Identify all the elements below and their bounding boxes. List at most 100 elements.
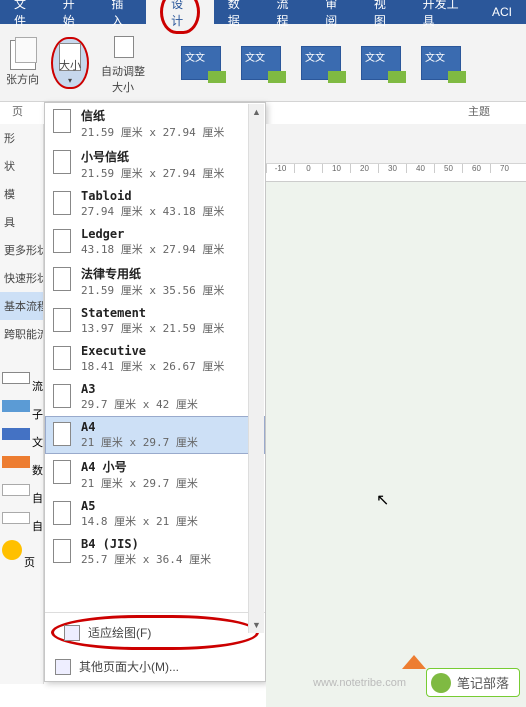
page-setup-icon [55, 659, 71, 675]
page-icon [53, 384, 71, 408]
theme-group-label: 主题 [468, 103, 490, 119]
size-button[interactable]: 大小 ▾ [45, 24, 95, 101]
page-icon [53, 539, 71, 563]
size-dim: 27.94 厘米 x 43.18 厘米 [81, 203, 224, 219]
tab-home[interactable]: 开始 [49, 0, 98, 24]
more-shapes[interactable]: 更多形状 [0, 236, 43, 264]
size-name: 法律专用纸 [81, 265, 224, 282]
orientation-label: 张方向 [6, 71, 39, 87]
size-dim: 29.7 厘米 x 42 厘米 [81, 396, 198, 412]
theme-option-5[interactable]: 文文 [421, 46, 461, 80]
tab-design[interactable]: 设计 [146, 0, 214, 24]
panel-row: 模 [0, 180, 43, 208]
theme-option-3[interactable]: 文文 [301, 46, 341, 80]
drawing-canvas[interactable]: -10010203040506070 [266, 124, 526, 707]
tab-data[interactable]: 数据 [214, 0, 263, 24]
scroll-down-icon[interactable]: ▼ [249, 617, 264, 633]
swatch-row[interactable]: 文 [0, 422, 43, 450]
page-icon [53, 229, 71, 253]
page-icon [53, 501, 71, 525]
swatch-row[interactable]: 子 [0, 394, 43, 422]
tab-process[interactable]: 流程 [262, 0, 311, 24]
swatch-row[interactable]: 自 [0, 506, 43, 534]
tab-review[interactable]: 审阅 [311, 0, 360, 24]
watermark-logo-icon [402, 655, 426, 675]
swatch-row[interactable]: 流 [0, 366, 43, 394]
orientation-button[interactable]: 张方向 [0, 24, 45, 101]
autofit-icon [110, 34, 136, 60]
tab-developer[interactable]: 开发工具 [409, 0, 478, 24]
size-dim: 21.59 厘米 x 27.94 厘米 [81, 124, 224, 140]
size-name: A4 小号 [81, 458, 198, 475]
size-option-b4-jis-[interactable]: B4 (JIS)25.7 厘米 x 36.4 厘米 [45, 533, 265, 571]
ribbon: 张方向 大小 ▾ 自动调整 大小 文文 文文 文文 文文 文文 [0, 24, 526, 102]
theme-option-4[interactable]: 文文 [361, 46, 401, 80]
page-icon [53, 346, 71, 370]
scrollbar[interactable]: ▲ ▼ [248, 104, 264, 633]
size-dim: 21 厘米 x 29.7 厘米 [81, 434, 198, 450]
tab-insert[interactable]: 插入 [97, 0, 146, 24]
size-dim: 13.97 厘米 x 21.59 厘米 [81, 320, 224, 336]
tab-file[interactable]: 文件 [0, 0, 49, 24]
page-icon [53, 150, 71, 174]
theme-option-1[interactable]: 文文 [181, 46, 221, 80]
size-option--[interactable]: 法律专用纸21.59 厘米 x 35.56 厘米 [45, 261, 265, 302]
menu-tabbar: 文件 开始 插入 设计 数据 流程 审阅 视图 开发工具 ACI [0, 0, 526, 24]
horizontal-ruler: -10010203040506070 [266, 164, 526, 182]
size-option-executive[interactable]: Executive18.41 厘米 x 26.67 厘米 [45, 340, 265, 378]
autofit-button[interactable]: 自动调整 大小 [95, 24, 151, 101]
theme-option-2[interactable]: 文文 [241, 46, 281, 80]
swatch-row[interactable]: 数 [0, 450, 43, 478]
panel-row: 形 [0, 124, 43, 152]
swatch-row[interactable]: 页 [0, 534, 43, 570]
scroll-up-icon[interactable]: ▲ [249, 104, 264, 120]
cursor-icon: ↖ [376, 490, 389, 510]
fit-to-drawing[interactable]: 适应绘图(F) [51, 615, 259, 650]
basic-flowchart[interactable]: 基本流程 [0, 292, 43, 320]
page-icon [53, 109, 71, 133]
cross-functional[interactable]: 跨职能流 [0, 320, 43, 348]
size-name: 信纸 [81, 107, 224, 124]
quick-shapes[interactable]: 快速形状 [0, 264, 43, 292]
fit-icon [64, 625, 80, 641]
page-group-label: 页 [12, 103, 23, 119]
size-option-a4-[interactable]: A4 小号21 厘米 x 29.7 厘米 [45, 454, 265, 495]
page-icon [53, 460, 71, 484]
size-option-a3[interactable]: A329.7 厘米 x 42 厘米 [45, 378, 265, 416]
tab-view[interactable]: 视图 [360, 0, 409, 24]
size-dim: 25.7 厘米 x 36.4 厘米 [81, 551, 211, 567]
size-option-ledger[interactable]: Ledger43.18 厘米 x 27.94 厘米 [45, 223, 265, 261]
chevron-down-icon: ▾ [68, 76, 72, 85]
size-dim: 21 厘米 x 29.7 厘米 [81, 475, 198, 491]
orientation-icon [10, 40, 36, 70]
watermark-url: www.notetribe.com [313, 677, 406, 689]
size-option--[interactable]: 小号信纸21.59 厘米 x 27.94 厘米 [45, 144, 265, 185]
tab-aci[interactable]: ACI [478, 0, 526, 24]
autofit-label1: 自动调整 [101, 63, 145, 79]
more-page-sizes[interactable]: 其他页面大小(M)... [45, 652, 265, 681]
size-option-a5[interactable]: A514.8 厘米 x 21 厘米 [45, 495, 265, 533]
page-icon [53, 267, 71, 291]
panel-row: 具 [0, 208, 43, 236]
size-name: Ledger [81, 227, 224, 241]
size-option-tabloid[interactable]: Tabloid27.94 厘米 x 43.18 厘米 [45, 185, 265, 223]
size-dropdown: 信纸21.59 厘米 x 27.94 厘米小号信纸21.59 厘米 x 27.9… [44, 102, 266, 682]
shapes-panel: 形 状 模 具 更多形状 快速形状 基本流程 跨职能流 流 子 文 数 自 自 … [0, 124, 44, 684]
swatch-row[interactable]: 自 [0, 478, 43, 506]
size-name: A5 [81, 499, 198, 513]
size-option-statement[interactable]: Statement13.97 厘米 x 21.59 厘米 [45, 302, 265, 340]
size-dim: 18.41 厘米 x 26.67 厘米 [81, 358, 224, 374]
size-dim: 21.59 厘米 x 27.94 厘米 [81, 165, 224, 181]
size-option--[interactable]: 信纸21.59 厘米 x 27.94 厘米 [45, 103, 265, 144]
size-name: A4 [81, 420, 198, 434]
size-name: B4 (JIS) [81, 537, 211, 551]
size-name: Tabloid [81, 189, 224, 203]
size-name: Statement [81, 306, 224, 320]
page-icon [53, 191, 71, 215]
size-name: Executive [81, 344, 224, 358]
size-label: 大小 [59, 57, 81, 73]
size-name: A3 [81, 382, 198, 396]
autofit-label2: 大小 [112, 79, 134, 95]
page-icon [53, 422, 71, 446]
size-option-a4[interactable]: A421 厘米 x 29.7 厘米 [45, 416, 265, 454]
